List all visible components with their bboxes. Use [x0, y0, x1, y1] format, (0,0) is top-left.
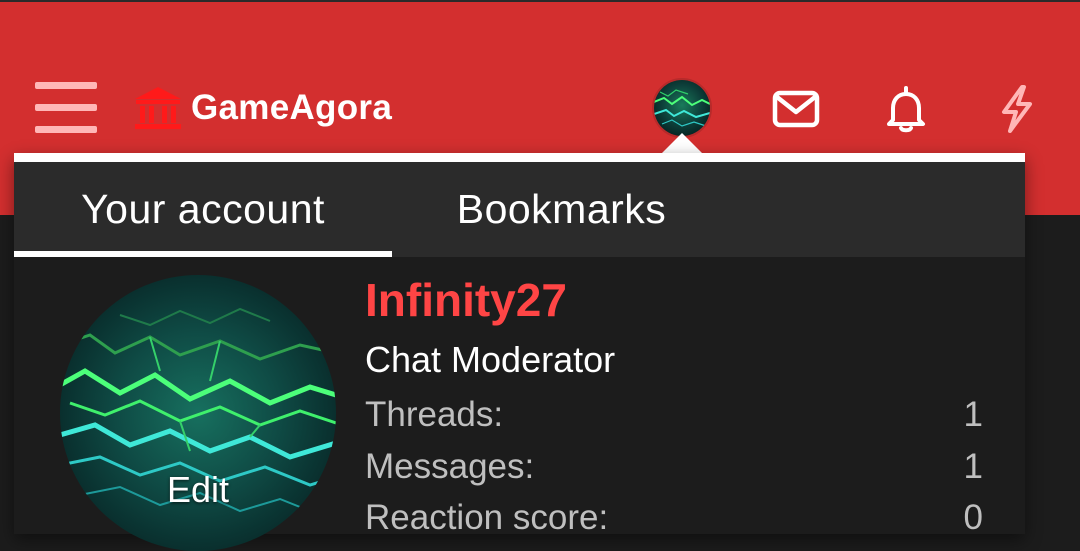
stat-row-threads: Threads: 1	[365, 395, 983, 439]
tab-your-account[interactable]: Your account	[14, 162, 392, 257]
profile-avatar[interactable]: Edit	[60, 275, 336, 551]
menu-top-border	[14, 153, 1025, 162]
avatar-image	[654, 80, 710, 136]
menu-icon[interactable]	[35, 82, 97, 136]
account-menu: Your account Bookmarks Edit Infinity27 C…	[14, 153, 1025, 551]
avatar-edit-label: Edit	[166, 469, 230, 510]
tab-bookmarks-label: Bookmarks	[456, 186, 667, 232]
bank-icon	[135, 87, 181, 129]
bell-icon[interactable]	[881, 84, 931, 134]
stat-label: Reaction score:	[365, 498, 609, 537]
stat-label: Threads:	[365, 395, 504, 434]
mail-icon[interactable]	[771, 84, 821, 134]
stat-value: 1	[963, 447, 983, 486]
stat-label: Messages:	[365, 447, 535, 486]
lightning-icon[interactable]	[992, 84, 1042, 134]
stat-value: 0	[963, 498, 983, 537]
user-title: Chat Moderator	[365, 339, 616, 380]
stat-value: 1	[963, 395, 983, 434]
menu-caret	[660, 133, 704, 155]
stat-row-messages: Messages: 1	[365, 447, 983, 491]
site-logo[interactable]: GameAgora	[133, 84, 392, 132]
stat-row-reaction-score: Reaction score: 0	[365, 498, 983, 542]
tab-your-account-label: Your account	[81, 186, 325, 232]
site-name: GameAgora	[191, 88, 393, 127]
username[interactable]: Infinity27	[365, 273, 567, 327]
user-avatar-button[interactable]	[652, 78, 712, 138]
tab-bookmarks[interactable]: Bookmarks	[414, 162, 709, 257]
account-tabs: Your account Bookmarks	[14, 162, 1025, 257]
